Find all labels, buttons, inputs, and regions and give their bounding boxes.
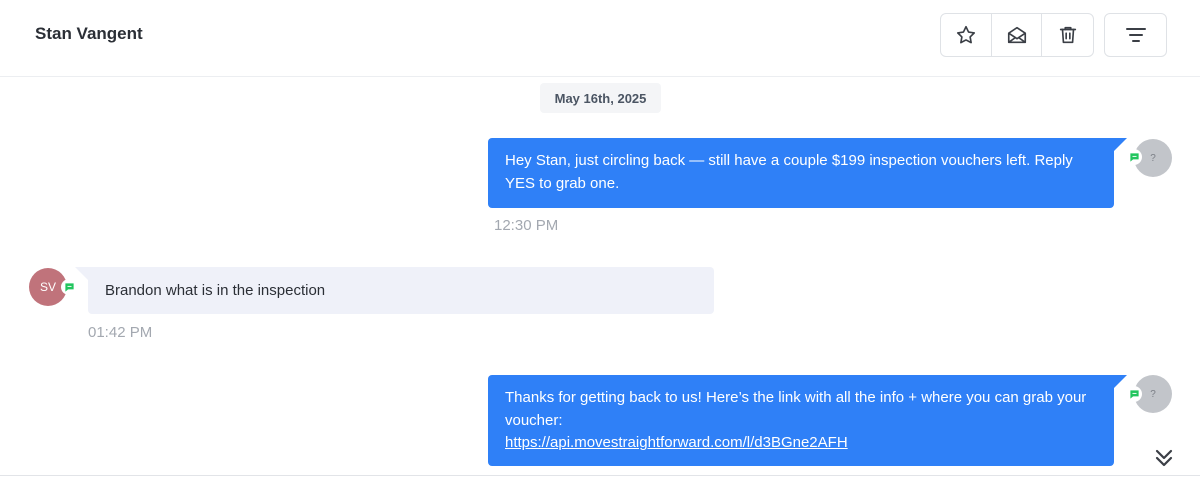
message-timestamp: 01:42 PM [88,324,153,341]
sms-channel-icon [61,279,77,295]
scroll-to-bottom-button[interactable] [1151,444,1177,472]
sms-channel-icon [1126,386,1142,402]
message-text: Hey Stan, just circling back — still hav… [505,152,1073,192]
trash-icon [1059,26,1076,44]
double-chevron-down-icon [1155,449,1173,467]
avatar-initials: ? [1150,388,1156,400]
message-bubble-outbound: Hey Stan, just circling back — still hav… [488,138,1127,208]
filter-icon [1125,28,1146,42]
envelope-open-icon [1007,26,1026,44]
message-text: Thanks for getting back to us! Here’s th… [505,389,1087,429]
date-divider: May 16th, 2025 [540,83,661,113]
message-text: Brandon what is in the inspection [105,282,326,299]
contact-name: Stan Vangent [35,24,143,43]
avatar-initials: ? [1150,152,1156,164]
conversation-header: Stan Vangent [0,0,1200,77]
delete-button[interactable] [1042,14,1093,56]
mark-read-button[interactable] [992,14,1043,56]
voucher-link[interactable]: https://api.movestraightforward.com/l/d3… [505,434,848,451]
composer-divider [0,475,1200,476]
star-button[interactable] [941,14,992,56]
message-timestamp: 12:30 PM [494,217,559,234]
sms-channel-icon [1126,149,1142,165]
star-icon [956,25,975,44]
message-bubble-inbound: Brandon what is in the inspection [75,267,714,314]
filter-button[interactable] [1104,13,1167,57]
message-actions [940,13,1094,57]
avatar-initials: SV [39,280,56,294]
message-bubble-outbound: Thanks for getting back to us! Here’s th… [488,375,1127,466]
